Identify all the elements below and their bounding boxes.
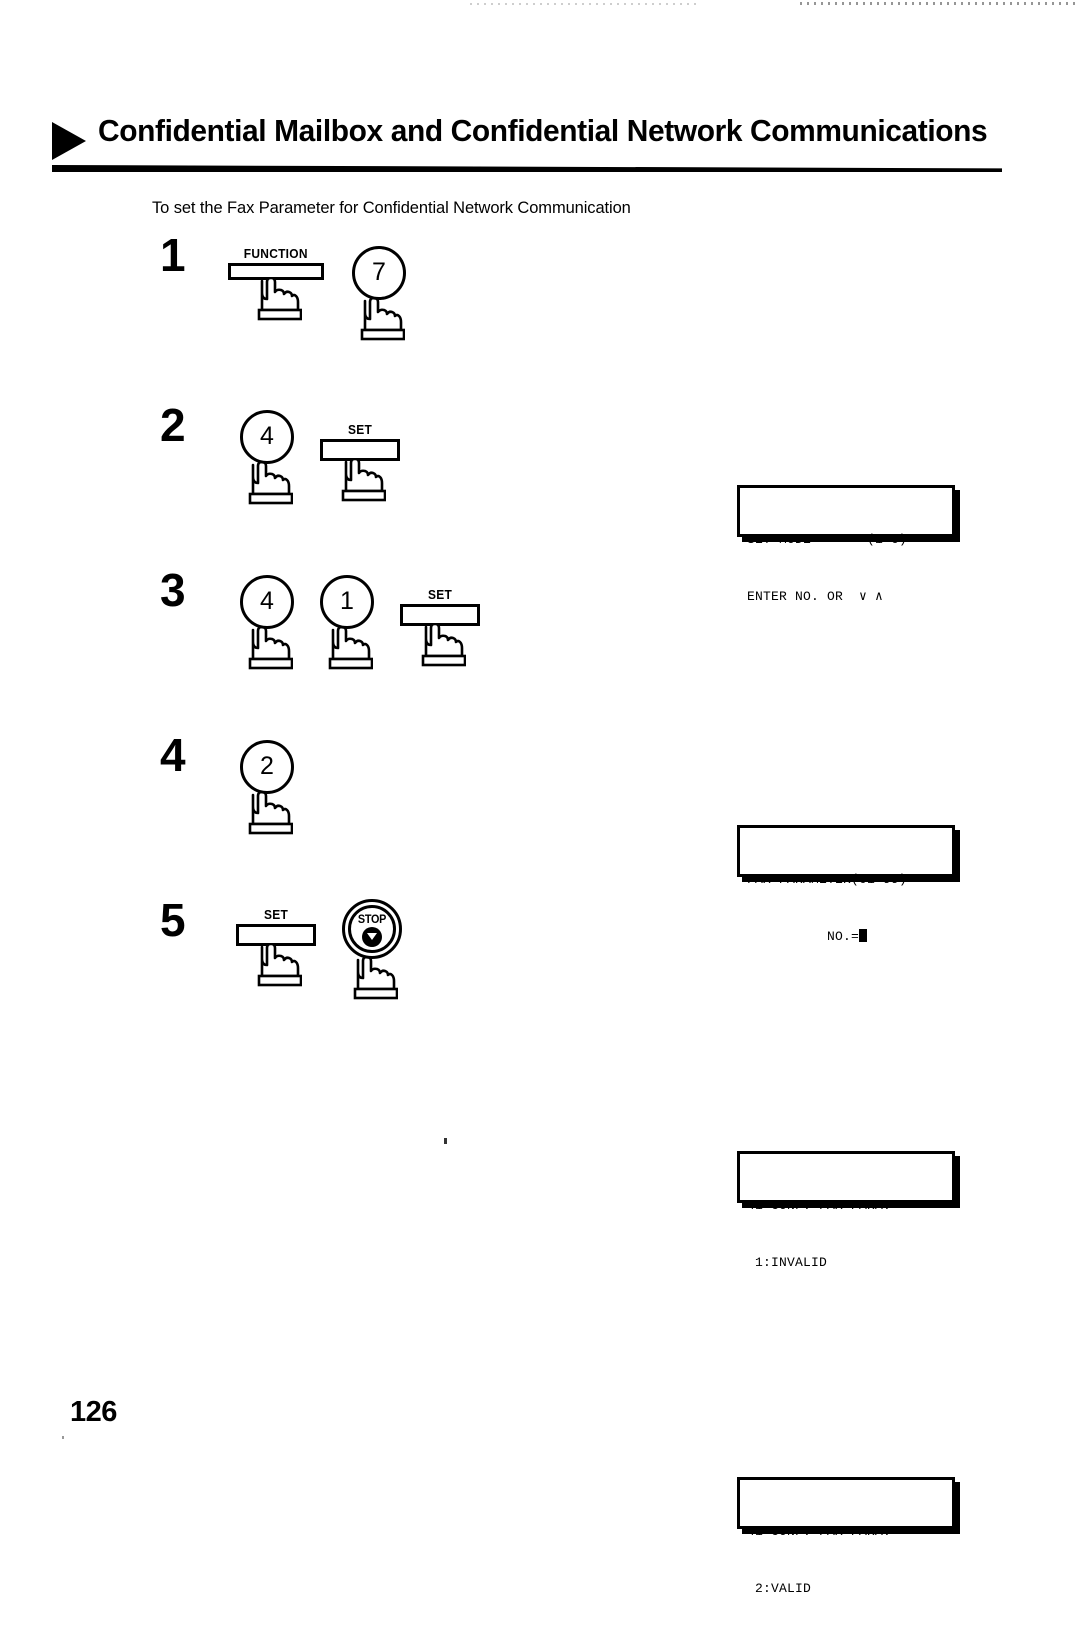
step-keys: FUNCTION 7 bbox=[228, 246, 406, 343]
pointing-hand-icon bbox=[421, 623, 466, 667]
key-unit-2[interactable]: 2 bbox=[240, 740, 294, 837]
key-unit-stop[interactable]: STOP bbox=[342, 899, 402, 1002]
stop-key[interactable]: STOP bbox=[342, 899, 402, 959]
numeric-key-label: 1 bbox=[340, 586, 354, 615]
numeric-key-4[interactable]: 4 bbox=[240, 410, 294, 464]
key-unit-4[interactable]: 4 bbox=[240, 575, 294, 672]
stop-key-triangle-icon bbox=[367, 933, 377, 940]
key-unit-set[interactable]: SET bbox=[400, 587, 480, 669]
step-3: 3 4 1 SET 41 CONF. FAX PARA. 1:INVALID bbox=[0, 564, 1080, 1270]
step-number: 4 bbox=[160, 729, 186, 781]
lcd-display-step-4: 41 CONF. FAX PARA. 2:VALID bbox=[737, 1477, 955, 1596]
step-1: 1 FUNCTION 7 SET MODE (1-6) ENTER NO. OR… bbox=[0, 229, 1080, 604]
page-title: Confidential Mailbox and Confidential Ne… bbox=[98, 113, 988, 148]
scan-artifact-top-left bbox=[470, 3, 700, 5]
numeric-key-label: 7 bbox=[372, 257, 386, 286]
key-unit-7[interactable]: 7 bbox=[352, 246, 406, 343]
numeric-key-2[interactable]: 2 bbox=[240, 740, 294, 794]
key-unit-1[interactable]: 1 bbox=[320, 575, 374, 672]
pointing-hand-icon bbox=[257, 277, 302, 321]
pointing-hand-icon bbox=[341, 458, 386, 502]
pointing-hand-icon bbox=[257, 943, 302, 987]
numeric-key-label: 4 bbox=[260, 586, 274, 615]
lcd-line-1: FAX PARAMETER(01-99) bbox=[747, 872, 908, 887]
pointing-hand-icon bbox=[248, 461, 293, 505]
step-number: 5 bbox=[160, 894, 186, 946]
scan-artifact-top-right bbox=[800, 2, 1075, 5]
lcd-display-step-3: 41 CONF. FAX PARA. 1:INVALID bbox=[737, 1151, 955, 1270]
pointing-hand-icon bbox=[360, 297, 405, 341]
pointing-hand-icon bbox=[248, 791, 293, 835]
intro-text: To set the Fax Parameter for Confidentia… bbox=[152, 198, 631, 217]
heading-divider bbox=[52, 165, 1002, 172]
numeric-key-1[interactable]: 1 bbox=[320, 575, 374, 629]
lcd-line-2: 2:VALID bbox=[747, 1581, 812, 1596]
set-key-label: SET bbox=[347, 422, 373, 437]
numeric-key-label: 4 bbox=[260, 421, 274, 450]
lcd-line-1: 41 CONF. FAX PARA. bbox=[747, 1198, 892, 1213]
step-number: 1 bbox=[160, 229, 186, 281]
step-keys: 2 bbox=[240, 740, 294, 837]
step-number: 3 bbox=[160, 564, 186, 616]
numeric-key-4[interactable]: 4 bbox=[240, 575, 294, 629]
lcd-line-1: 41 CONF. FAX PARA. bbox=[747, 1524, 892, 1539]
lcd-line-1: SET MODE (1-6) bbox=[747, 532, 908, 547]
function-key-label: FUNCTION bbox=[244, 246, 308, 261]
step-5: 5 SET STOP bbox=[0, 897, 1080, 1017]
key-unit-set[interactable]: SET bbox=[236, 907, 316, 989]
lcd-line-2: 1:INVALID bbox=[747, 1255, 828, 1270]
stop-key-label: STOP bbox=[357, 912, 387, 926]
step-keys: 4 SET bbox=[240, 410, 400, 507]
set-key-label: SET bbox=[263, 907, 289, 922]
step-keys: SET STOP bbox=[236, 899, 402, 1002]
scan-artifact-speck bbox=[444, 1138, 447, 1144]
key-unit-function[interactable]: FUNCTION bbox=[228, 246, 324, 323]
set-key-label: SET bbox=[427, 587, 453, 602]
step-number: 2 bbox=[160, 399, 186, 451]
step-4: 4 2 41 CONF. FAX PARA. 2:VALID bbox=[0, 729, 1080, 1596]
triangle-arrow-icon bbox=[52, 122, 86, 160]
pointing-hand-icon bbox=[353, 956, 398, 1000]
numeric-key-label: 2 bbox=[260, 751, 274, 780]
scan-artifact-speck-lower bbox=[62, 1436, 64, 1439]
page-heading: Confidential Mailbox and Confidential Ne… bbox=[52, 113, 1002, 190]
step-2: 2 4 SET FAX PARAMETER(01-99) NO.= bbox=[0, 399, 1080, 944]
step-keys: 4 1 SET bbox=[240, 575, 480, 672]
key-unit-set[interactable]: SET bbox=[320, 422, 400, 504]
pointing-hand-icon bbox=[248, 626, 293, 670]
key-unit-4[interactable]: 4 bbox=[240, 410, 294, 507]
pointing-hand-icon bbox=[328, 626, 373, 670]
page-number: 126 bbox=[70, 1396, 117, 1428]
numeric-key-7[interactable]: 7 bbox=[352, 246, 406, 300]
